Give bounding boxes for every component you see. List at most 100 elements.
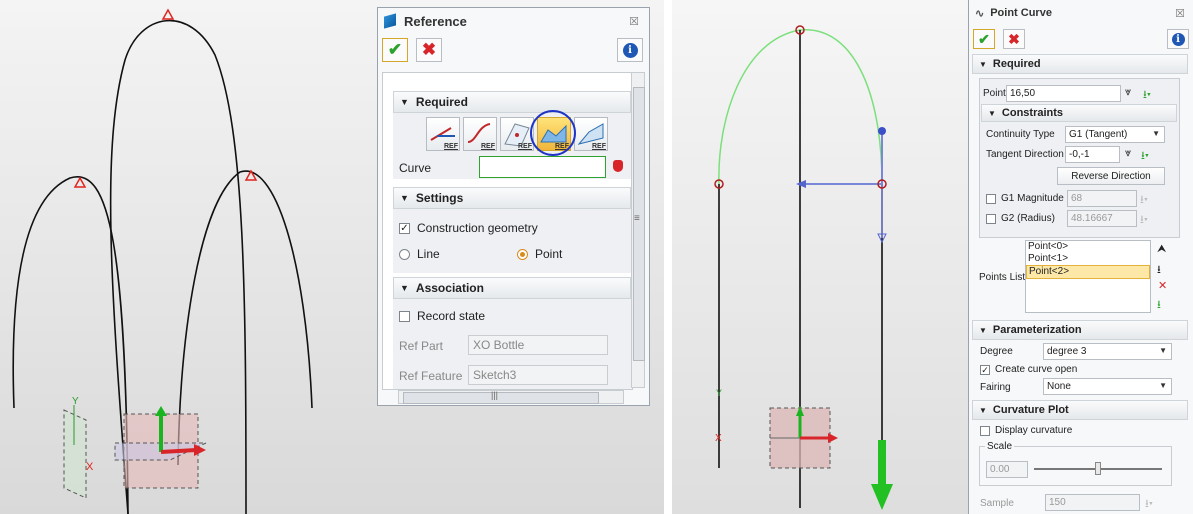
- checkbox-unchecked-icon: [980, 425, 990, 436]
- selection-highlight-circle: [530, 110, 576, 156]
- g2-radius-checkbox[interactable]: G2 (Radius): [986, 213, 1055, 224]
- list-item-selected[interactable]: Point<2>: [1026, 265, 1150, 279]
- collapse-triangle-icon: ▼: [979, 325, 987, 335]
- ref-part-label: Ref Part: [399, 339, 444, 353]
- ref-badge: REF: [444, 143, 458, 150]
- ok-button[interactable]: ✔: [973, 29, 995, 49]
- viewport-divider: [664, 0, 672, 514]
- g1-magnitude-checkbox[interactable]: G1 Magnitude: [986, 193, 1064, 204]
- right-3d-viewport[interactable]: Y X: [672, 0, 968, 514]
- collapse-triangle-icon: ▼: [400, 193, 409, 203]
- tangent-arrowhead-icon: [796, 180, 806, 188]
- collapse-triangle-icon: ▼: [400, 97, 409, 107]
- ref-line-type-button[interactable]: REF: [426, 117, 460, 151]
- g1-magnitude-input[interactable]: 68: [1067, 190, 1137, 207]
- horizontal-scrollbar[interactable]: |||: [398, 390, 624, 404]
- list-item[interactable]: Point<1>: [1026, 253, 1150, 265]
- scale-input[interactable]: 0.00: [986, 461, 1028, 478]
- pick-point-icon[interactable]: ⭳▾: [1143, 86, 1151, 105]
- display-curvature-checkbox[interactable]: Display curvature: [980, 425, 1072, 436]
- list-item[interactable]: Point<0>: [1026, 241, 1150, 253]
- insert-icon[interactable]: ⭳: [1157, 261, 1161, 280]
- curvature-plot-header[interactable]: ▼ Curvature Plot: [972, 400, 1188, 420]
- checkmark-icon: ✔: [387, 40, 403, 59]
- scale-slider-thumb[interactable]: [1095, 462, 1101, 475]
- g2-radius-label: G2 (Radius): [1001, 213, 1055, 224]
- continuity-type-select[interactable]: G1 (Tangent) ▼: [1065, 126, 1165, 143]
- scroll-thumb[interactable]: [633, 87, 645, 361]
- info-button[interactable]: i: [1167, 29, 1189, 49]
- close-icon[interactable]: ☒: [629, 15, 639, 28]
- pick-icon[interactable]: ⭳▾: [1140, 211, 1148, 230]
- pick-direction-icon[interactable]: ⭳▾: [1141, 147, 1149, 166]
- tangent-direction-input[interactable]: -0,-1: [1065, 146, 1120, 163]
- g2-radius-input[interactable]: 48.16667: [1067, 210, 1137, 227]
- left-3d-viewport[interactable]: Y X Reference ☒ ✔ ✖ i ▼ Required REF REF…: [0, 0, 664, 514]
- record-state-checkbox[interactable]: Record state: [399, 309, 485, 323]
- point-input[interactable]: 16,50: [1006, 85, 1121, 102]
- ref-curve-type-button[interactable]: REF: [463, 117, 497, 151]
- ref-point-type-button[interactable]: REF: [500, 117, 534, 151]
- association-section-header[interactable]: ▼ Association: [393, 277, 631, 299]
- pick-icon[interactable]: ⭳▾: [1140, 191, 1148, 210]
- ok-button[interactable]: ✔: [382, 38, 408, 62]
- constraints-label: Constraints: [1001, 107, 1064, 119]
- reference-action-row: ✔ ✖ i: [378, 34, 649, 66]
- required-section-header[interactable]: ▼ Required: [393, 91, 631, 113]
- parameterization-header[interactable]: ▼ Parameterization: [972, 320, 1188, 340]
- chevron-down-double-icon[interactable]: ⩔: [1125, 147, 1131, 160]
- ref-feature-field[interactable]: Sketch3: [468, 365, 608, 385]
- radio-selected-icon: [517, 248, 528, 260]
- curve-row: Curve: [399, 161, 431, 175]
- scale-slider-track[interactable]: [1034, 462, 1162, 475]
- scale-label: Scale: [985, 441, 1015, 452]
- ref-part-field[interactable]: XO Bottle: [468, 335, 608, 355]
- x-axis-mark: X: [715, 433, 722, 444]
- y-axis-label: Y: [72, 396, 79, 407]
- sample-input[interactable]: 150: [1045, 494, 1140, 511]
- reference-title: Reference: [404, 13, 467, 29]
- fairing-select[interactable]: None ▼: [1043, 378, 1172, 395]
- checkbox-checked-icon: ✓: [980, 364, 990, 375]
- degree-select[interactable]: degree 3 ▼: [1043, 343, 1172, 360]
- tangent-direction-label: Tangent Direction: [986, 149, 1064, 160]
- pick-icon[interactable]: ⭳▾: [1145, 495, 1153, 514]
- dropdown-arrow-icon: ▼: [1152, 129, 1160, 138]
- info-icon: i: [1171, 32, 1185, 46]
- settings-section-header[interactable]: ▼ Settings: [393, 187, 631, 209]
- vertex-marker-icon: [73, 176, 87, 188]
- create-curve-open-label: Create curve open: [995, 364, 1078, 375]
- record-state-label: Record state: [417, 309, 486, 323]
- vertical-scrollbar[interactable]: ≡: [631, 72, 645, 388]
- move-up-icon[interactable]: ⮝: [1157, 243, 1166, 256]
- construction-geometry-checkbox[interactable]: ✓ Construction geometry: [399, 221, 538, 235]
- degree-value: degree 3: [1047, 346, 1087, 357]
- create-curve-open-checkbox[interactable]: ✓ Create curve open: [980, 364, 1077, 375]
- constraints-header[interactable]: ▼ Constraints: [981, 104, 1177, 122]
- checkbox-checked-icon: ✓: [399, 222, 410, 234]
- ref-plane-type-button[interactable]: REF: [574, 117, 608, 151]
- add-point-icon[interactable]: ⭳: [1157, 296, 1161, 315]
- curve-input[interactable]: [479, 156, 606, 178]
- info-icon: i: [622, 42, 638, 58]
- info-button[interactable]: i: [617, 38, 643, 62]
- pc-required-header[interactable]: ▼ Required: [972, 54, 1188, 74]
- reverse-direction-button[interactable]: Reverse Direction: [1057, 167, 1165, 185]
- collapse-triangle-icon: ▼: [400, 283, 409, 293]
- datum-plane-yz: [63, 409, 87, 499]
- point-radio[interactable]: Point: [517, 247, 562, 261]
- collapse-triangle-icon: ▼: [988, 108, 996, 118]
- remove-icon[interactable]: ✕: [1158, 279, 1167, 292]
- line-radio[interactable]: Line: [399, 247, 440, 261]
- close-icon[interactable]: ☒: [1175, 7, 1185, 20]
- chevron-down-double-icon[interactable]: ⩔: [1125, 86, 1131, 99]
- required-section-label: Required: [415, 95, 468, 109]
- settings-section-body: ✓ Construction geometry Line Point: [393, 209, 631, 273]
- points-list[interactable]: Point<0> Point<1> Point<2>: [1025, 240, 1151, 313]
- scroll-thumb[interactable]: [403, 392, 599, 404]
- ref-part-row: Ref Part: [399, 339, 443, 353]
- pick-icon[interactable]: [613, 160, 623, 172]
- cancel-button[interactable]: ✖: [416, 38, 442, 62]
- x-icon: ✖: [421, 40, 437, 59]
- cancel-button[interactable]: ✖: [1003, 29, 1025, 49]
